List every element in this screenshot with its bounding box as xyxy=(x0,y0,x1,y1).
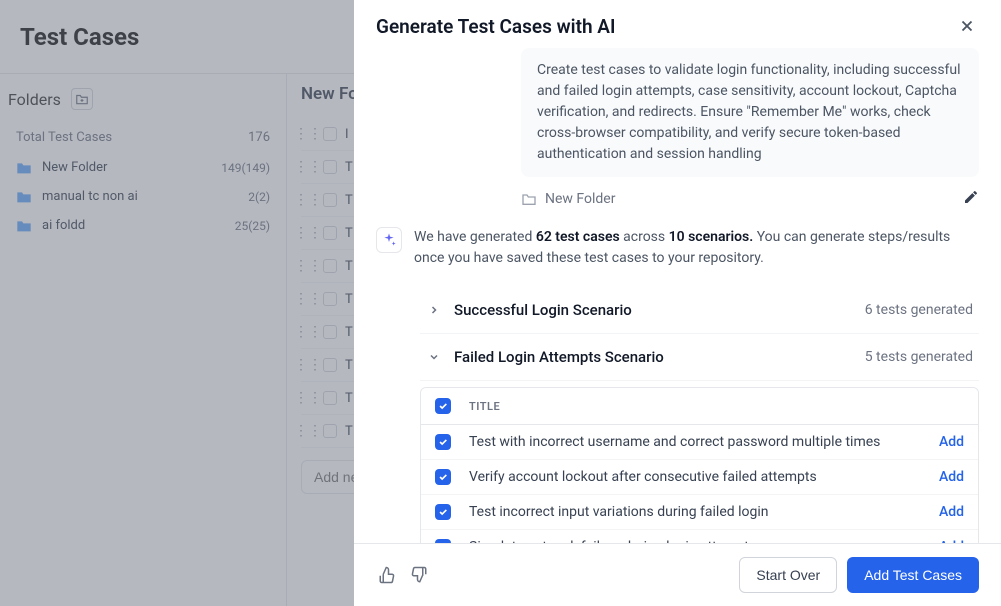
ai-sparkle-badge xyxy=(376,227,402,253)
folder-icon xyxy=(521,192,537,206)
pencil-icon xyxy=(963,189,979,205)
test-checkbox[interactable] xyxy=(435,469,451,485)
thumbs-up-button[interactable] xyxy=(376,564,398,586)
tests-table: TITLE Test with incorrect username and c… xyxy=(420,387,979,543)
close-button[interactable] xyxy=(955,14,979,38)
add-test-link[interactable]: Add xyxy=(939,434,964,450)
generated-test-row: Simulate network failure during login at… xyxy=(421,530,978,543)
select-all-checkbox[interactable] xyxy=(435,398,451,414)
test-title: Test with incorrect username and correct… xyxy=(469,434,921,450)
close-icon xyxy=(958,17,976,35)
scenario-count: 5 tests generated xyxy=(865,349,973,365)
scenario-row-failed-login[interactable]: Failed Login Attempts Scenario 5 tests g… xyxy=(420,334,979,381)
target-folder-chip: New Folder xyxy=(521,191,615,207)
start-over-button[interactable]: Start Over xyxy=(739,557,837,593)
scenario-title: Successful Login Scenario xyxy=(454,301,853,319)
folder-chip-label: New Folder xyxy=(545,191,615,207)
add-test-link[interactable]: Add xyxy=(939,504,964,520)
scenario-count: 6 tests generated xyxy=(865,302,973,318)
sparkle-icon xyxy=(381,232,397,248)
chevron-down-icon xyxy=(426,349,442,365)
scenario-row-successful-login[interactable]: Successful Login Scenario 6 tests genera… xyxy=(420,287,979,334)
test-title: Test incorrect input variations during f… xyxy=(469,504,921,520)
add-test-cases-button[interactable]: Add Test Cases xyxy=(847,557,979,593)
generated-test-row: Test incorrect input variations during f… xyxy=(421,495,978,530)
thumbs-down-button[interactable] xyxy=(408,564,430,586)
generated-test-row: Verify account lockout after consecutive… xyxy=(421,460,978,495)
generation-summary: We have generated 62 test cases across 1… xyxy=(414,227,979,269)
prompt-text: Create test cases to validate login func… xyxy=(521,48,979,177)
generated-test-row: Test with incorrect username and correct… xyxy=(421,425,978,460)
test-title: Verify account lockout after consecutive… xyxy=(469,469,921,485)
modal-title: Generate Test Cases with AI xyxy=(376,15,615,38)
test-checkbox[interactable] xyxy=(435,434,451,450)
column-header-title: TITLE xyxy=(469,400,500,413)
chevron-right-icon xyxy=(426,302,442,318)
generate-test-cases-modal: Generate Test Cases with AI Create test … xyxy=(354,0,1001,606)
thumbs-down-icon xyxy=(410,566,428,584)
edit-button[interactable] xyxy=(963,189,979,209)
test-checkbox[interactable] xyxy=(435,504,451,520)
add-test-link[interactable]: Add xyxy=(939,469,964,485)
scenario-title: Failed Login Attempts Scenario xyxy=(454,348,853,366)
thumbs-up-icon xyxy=(378,566,396,584)
